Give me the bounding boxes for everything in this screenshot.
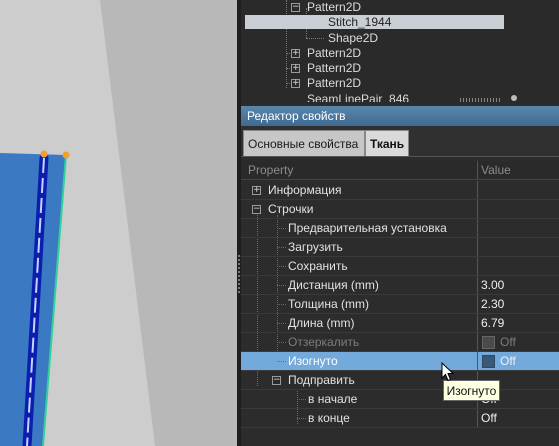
property-row[interactable]: − Подправить bbox=[241, 371, 559, 390]
property-row-selected[interactable]: Изогнуто Off bbox=[241, 352, 559, 371]
property-row[interactable]: Толщина (mm) 2.30 bbox=[241, 295, 559, 314]
property-name: Загрузить bbox=[288, 240, 343, 254]
control-point-handle bbox=[62, 151, 70, 159]
property-name: Отзеркалить bbox=[288, 335, 360, 349]
control-point-handle bbox=[40, 150, 48, 158]
property-name: Толщина (mm) bbox=[288, 297, 369, 311]
property-name: Сохранить bbox=[288, 259, 348, 273]
property-row[interactable]: Предварительная установка bbox=[241, 219, 559, 238]
collapse-icon[interactable]: − bbox=[252, 205, 261, 214]
property-name: Длина (mm) bbox=[288, 316, 355, 330]
property-row[interactable]: − Строчки bbox=[241, 200, 559, 219]
tree-item-pattern2d[interactable]: Pattern2D bbox=[307, 76, 361, 90]
grid-header: Property Value bbox=[241, 161, 559, 180]
property-editor-tabs: Основные свойства Ткань bbox=[241, 126, 559, 157]
property-row[interactable]: Загрузить bbox=[241, 238, 559, 257]
property-name: Дистанция (mm) bbox=[288, 278, 379, 292]
tab-fabric[interactable]: Ткань bbox=[365, 130, 409, 156]
expand-icon[interactable]: + bbox=[291, 49, 300, 58]
property-row[interactable]: в начале Off bbox=[241, 390, 559, 409]
property-value: Off bbox=[500, 335, 516, 349]
property-editor-title: Редактор свойств bbox=[241, 106, 559, 126]
tree-item-pattern2d[interactable]: Pattern2D bbox=[307, 46, 361, 60]
tree-item-shape2d[interactable]: Shape2D bbox=[328, 31, 378, 45]
property-name: Подправить bbox=[288, 373, 355, 387]
mirror-checkbox bbox=[482, 336, 495, 349]
property-name: в конце bbox=[308, 411, 350, 425]
tree-item-stitch[interactable]: Stitch_1944 bbox=[328, 15, 391, 29]
property-row[interactable]: + Информация bbox=[241, 181, 559, 200]
property-name: Строчки bbox=[268, 202, 314, 216]
column-header-value[interactable]: Value bbox=[481, 161, 511, 179]
object-tree[interactable]: − Pattern2D Stitch_1944 Shape2D + Patter… bbox=[241, 0, 559, 102]
property-grid: Property Value + Информация − Строчки Пр… bbox=[241, 157, 559, 446]
property-row[interactable]: Сохранить bbox=[241, 257, 559, 276]
property-name: Изогнуто bbox=[288, 354, 338, 368]
tree-scrollbar[interactable] bbox=[460, 98, 500, 102]
property-row[interactable]: Дистанция (mm) 3.00 bbox=[241, 276, 559, 295]
tree-scroll-knob[interactable] bbox=[511, 95, 517, 101]
property-name: Предварительная установка bbox=[288, 221, 447, 235]
property-name: Информация bbox=[268, 183, 342, 197]
expand-icon[interactable]: + bbox=[252, 186, 261, 195]
collapse-icon[interactable]: − bbox=[272, 376, 281, 385]
property-value-input[interactable]: 6.79 bbox=[481, 314, 504, 332]
tree-item-pattern2d[interactable]: Pattern2D bbox=[307, 61, 361, 75]
property-row[interactable]: в конце Off bbox=[241, 409, 559, 428]
splitter-grip[interactable] bbox=[238, 255, 240, 295]
tree-item-pattern2d[interactable]: Pattern2D bbox=[307, 0, 361, 14]
tooltip: Изогнуто bbox=[443, 380, 500, 401]
property-name: в начале bbox=[308, 392, 358, 406]
property-row: Отзеркалить Off bbox=[241, 333, 559, 352]
3d-viewport[interactable] bbox=[0, 0, 237, 446]
property-row[interactable]: Длина (mm) 6.79 bbox=[241, 314, 559, 333]
expand-icon[interactable]: + bbox=[291, 64, 300, 73]
collapse-icon[interactable]: − bbox=[291, 3, 300, 12]
property-value-input[interactable]: 3.00 bbox=[481, 276, 504, 294]
viewport-canvas[interactable] bbox=[0, 0, 237, 446]
expand-icon[interactable]: + bbox=[291, 79, 300, 88]
property-value[interactable]: Off bbox=[481, 409, 497, 427]
column-header-property[interactable]: Property bbox=[248, 161, 293, 179]
property-value-input[interactable]: 2.30 bbox=[481, 295, 504, 313]
tree-item-seamlinepair[interactable]: SeamLinePair_846 bbox=[307, 92, 409, 102]
tab-basic-properties[interactable]: Основные свойства bbox=[243, 130, 365, 156]
curved-checkbox[interactable] bbox=[482, 355, 495, 368]
property-value: Off bbox=[500, 354, 516, 368]
mouse-cursor-icon bbox=[441, 362, 455, 382]
